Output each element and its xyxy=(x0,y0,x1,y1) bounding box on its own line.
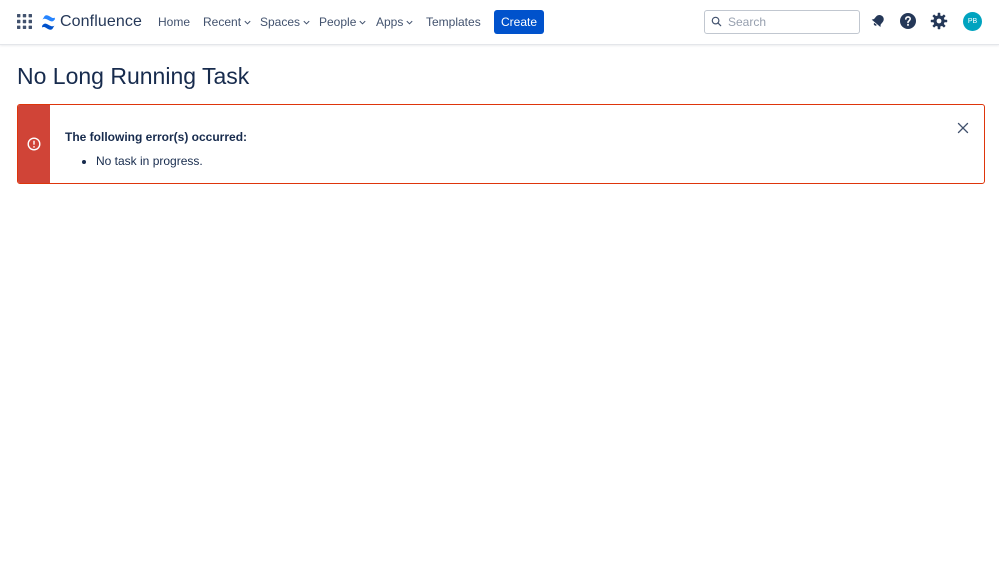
chevron-down-icon xyxy=(244,20,251,25)
top-navigation-bar: Confluence Home Recent Spaces People App… xyxy=(0,0,999,45)
notifications-icon[interactable] xyxy=(869,12,887,30)
app-switcher-icon[interactable] xyxy=(17,14,32,29)
nav-people-label: People xyxy=(319,15,357,29)
help-icon[interactable] xyxy=(899,12,917,30)
page-title: No Long Running Task xyxy=(17,63,250,89)
chevron-down-icon xyxy=(359,20,366,25)
nav-home-label: Home xyxy=(158,15,191,29)
error-strip xyxy=(18,105,50,183)
nav-apps[interactable]: Apps xyxy=(376,13,414,31)
search-box[interactable] xyxy=(704,10,860,34)
avatar[interactable]: PB xyxy=(963,12,982,31)
error-message-panel: The following error(s) occurred: No task… xyxy=(17,104,985,184)
error-list-item: No task in progress. xyxy=(96,153,203,169)
search-input[interactable] xyxy=(728,13,853,31)
nav-spaces-label: Spaces xyxy=(260,15,301,29)
nav-templates-label: Templates xyxy=(426,15,481,29)
nav-recent-label: Recent xyxy=(203,15,242,29)
chevron-down-icon xyxy=(303,20,310,25)
chevron-down-icon xyxy=(406,20,413,25)
nav-people[interactable]: People xyxy=(319,13,367,31)
nav-apps-label: Apps xyxy=(376,15,404,29)
search-icon xyxy=(711,16,722,27)
nav-spaces[interactable]: Spaces xyxy=(260,13,311,31)
confluence-logo-icon xyxy=(41,14,56,30)
app-name: Confluence xyxy=(60,13,142,30)
close-icon[interactable] xyxy=(957,122,969,134)
nav-home[interactable]: Home xyxy=(158,13,190,31)
error-icon xyxy=(27,137,41,151)
settings-icon[interactable] xyxy=(930,12,948,30)
error-heading: The following error(s) occurred: xyxy=(65,130,248,144)
create-button[interactable]: Create xyxy=(494,10,544,34)
nav-recent[interactable]: Recent xyxy=(203,13,252,31)
error-list: No task in progress. xyxy=(65,153,203,169)
nav-templates[interactable]: Templates xyxy=(426,13,481,31)
confluence-logo[interactable]: Confluence xyxy=(41,12,142,32)
